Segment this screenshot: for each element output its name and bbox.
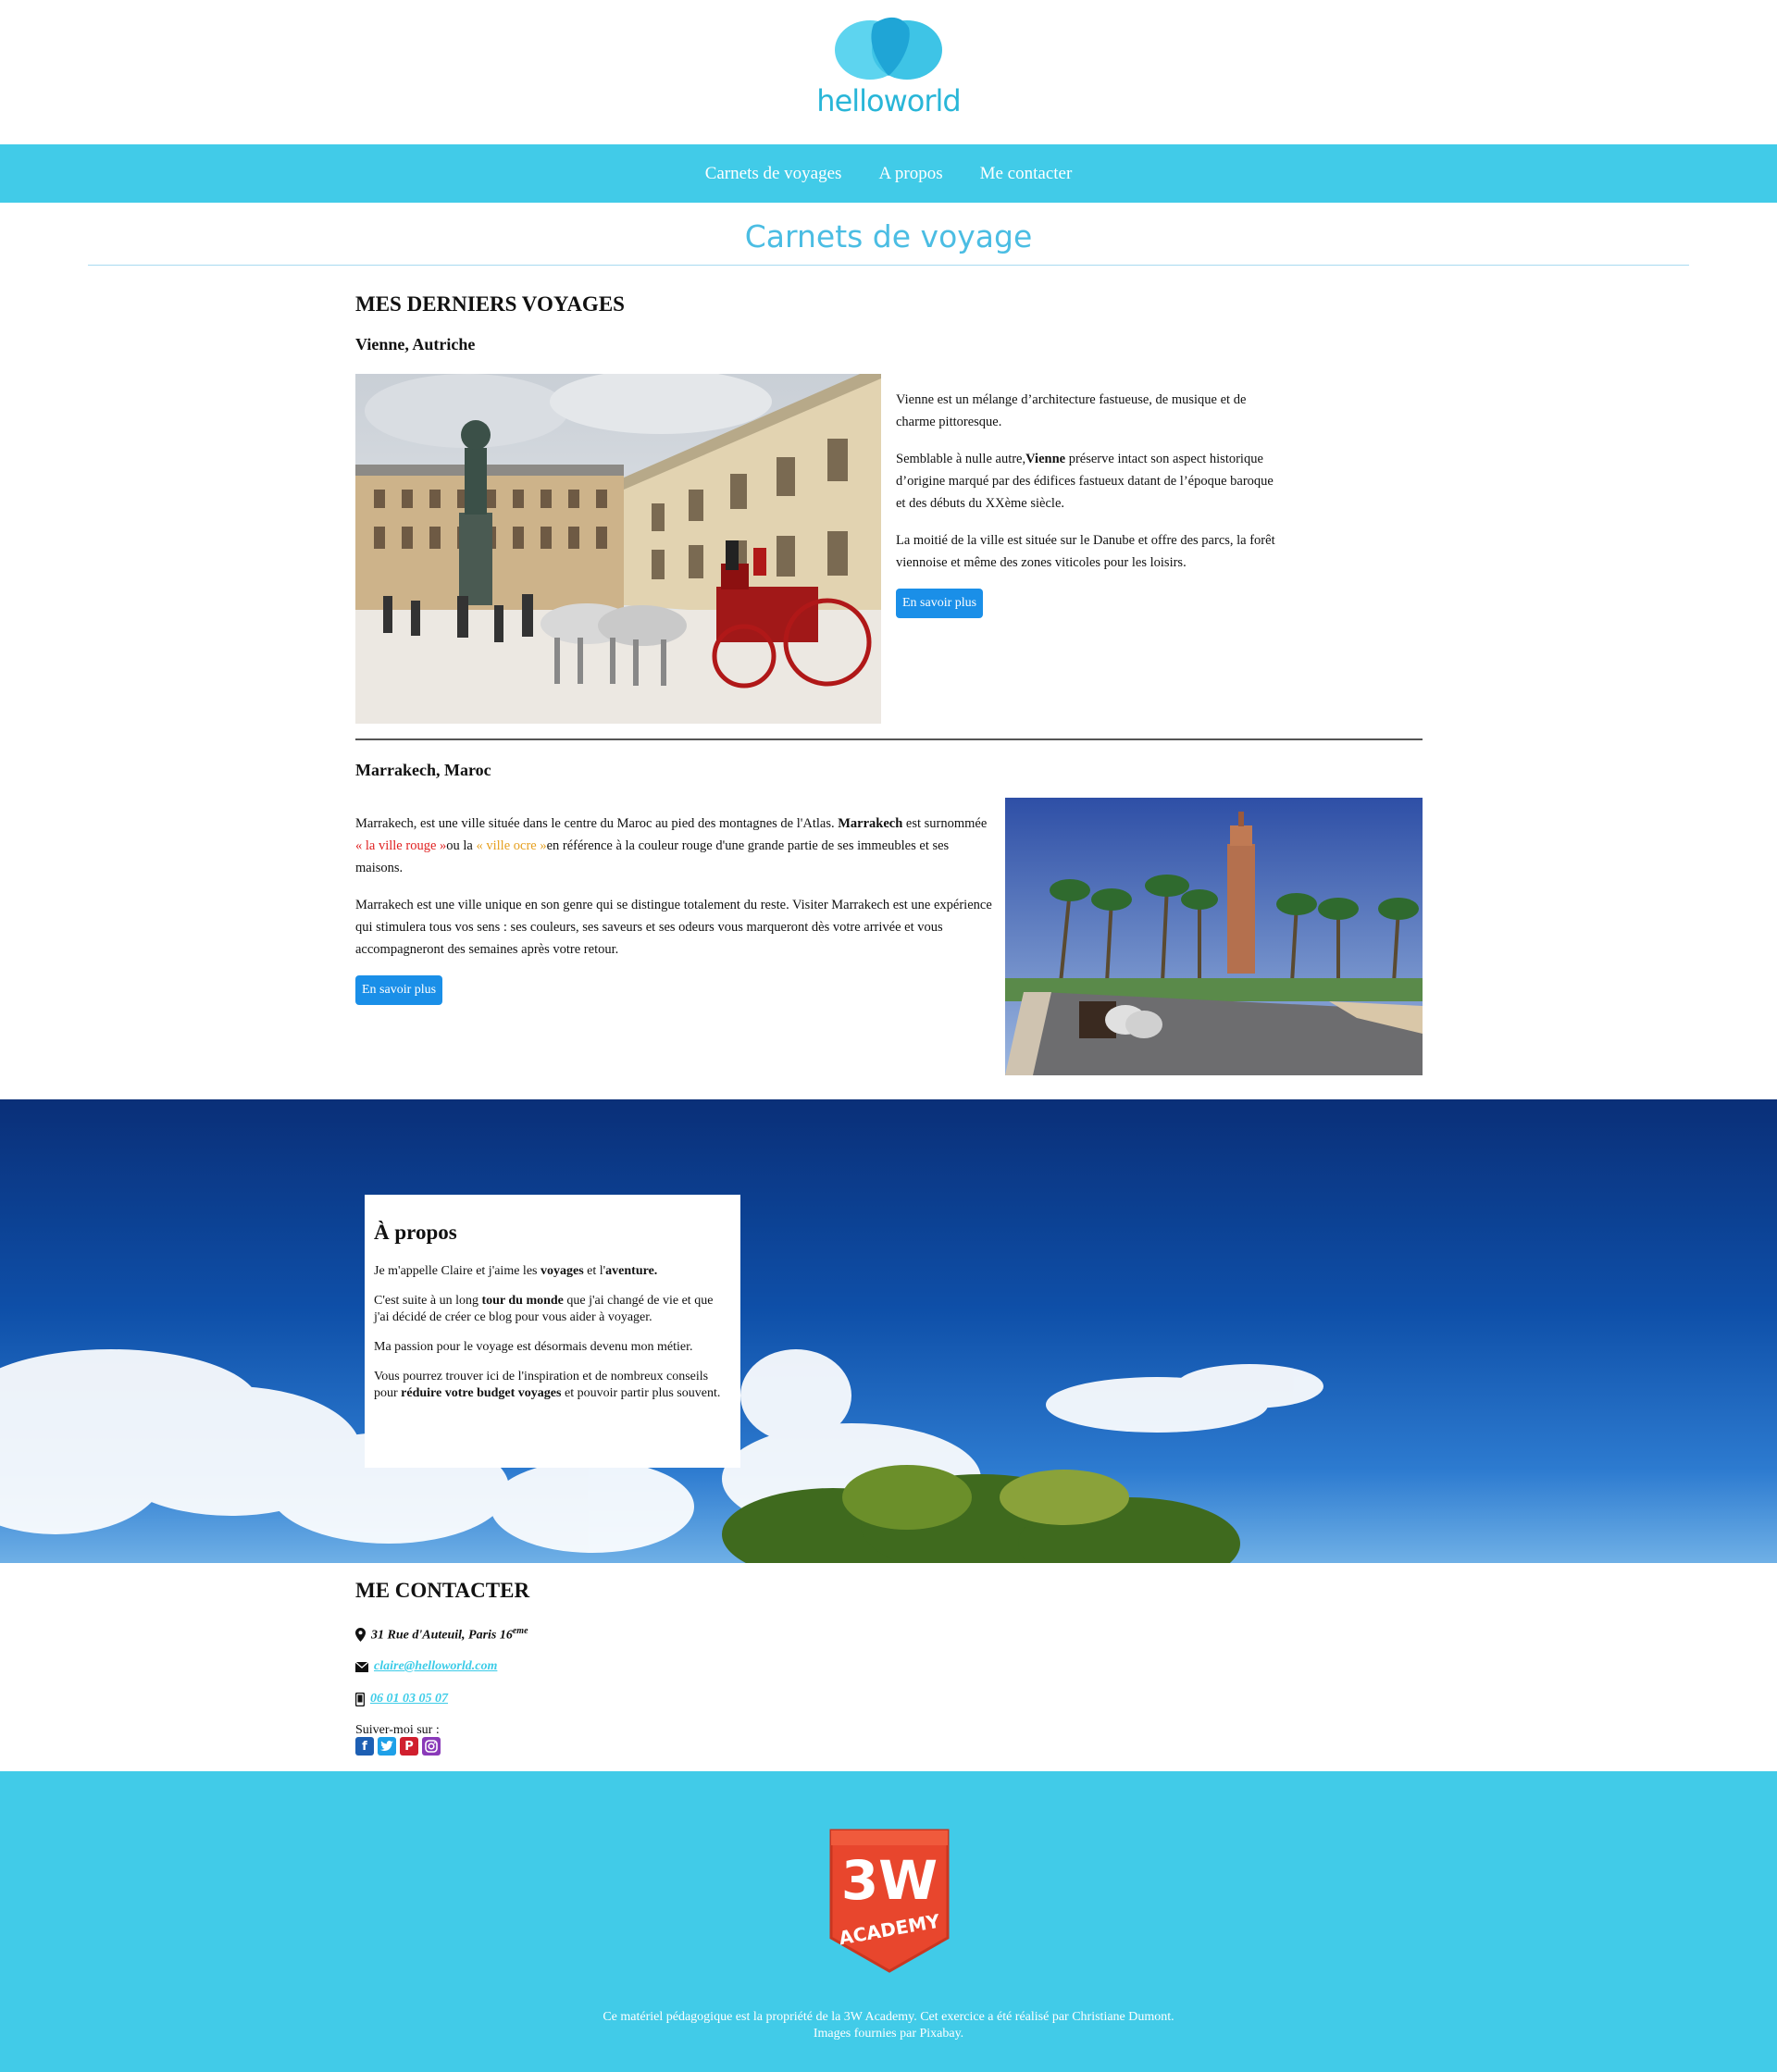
nav-a-propos[interactable]: A propos <box>878 164 942 184</box>
3w-academy-logo[interactable]: 3W ACADEMY <box>827 1827 951 1975</box>
main-nav: Carnets de voyages A propos Me contacter <box>0 144 1777 203</box>
about-paragraph-4: Vous pourrez trouver ici de l'inspiratio… <box>374 1370 721 1400</box>
footer-line-1: Ce matériel pédagogique est la propriété… <box>603 2010 1174 2024</box>
vienne-title: Vienne, Autriche <box>355 335 476 354</box>
page-title: Carnets de voyage <box>744 218 1033 254</box>
marrakech-en-savoir-plus-button[interactable]: En savoir plus <box>355 975 443 1005</box>
title-divider <box>88 265 1689 266</box>
instagram-icon[interactable] <box>422 1737 441 1756</box>
nav-me-contacter[interactable]: Me contacter <box>980 164 1073 184</box>
trip-divider <box>355 738 1423 740</box>
logo-wordmark: helloworld <box>816 83 961 118</box>
vienne-paragraph-2: Semblable à nulle autre,Vienne préserve … <box>896 452 1274 511</box>
pinterest-icon[interactable]: P <box>400 1737 418 1756</box>
twitter-icon[interactable] <box>378 1737 396 1756</box>
marrakech-paragraph-1: Marrakech, est une ville située dans le … <box>355 816 988 875</box>
marrakech-paragraph-2: Marrakech est une ville unique en son ge… <box>355 898 992 957</box>
about-card: À propos Je m'appelle Claire et j'aime l… <box>365 1195 740 1468</box>
address-text: 31 Rue d'Auteuil, Paris 16 <box>371 1628 513 1643</box>
ville-ocre-label: « ville ocre » <box>476 838 547 853</box>
envelope-icon <box>355 1661 368 1672</box>
about-paragraph-3: Ma passion pour le voyage est désormais … <box>374 1340 693 1354</box>
vienne-paragraph-3: La moitié de la ville est située sur le … <box>896 533 1275 570</box>
site-header: helloworld <box>0 0 1777 144</box>
ville-rouge-label: « la ville rouge » <box>355 838 447 853</box>
footer-credits: Ce matériel pédagogique est la propriété… <box>0 2009 1777 2042</box>
voyages-heading: MES DERNIERS VOYAGES <box>355 292 625 316</box>
social-links: f P <box>355 1737 441 1756</box>
facebook-icon[interactable]: f <box>355 1737 374 1756</box>
phone-link[interactable]: 06 01 03 05 07 <box>370 1692 448 1706</box>
about-paragraph-1: Je m'appelle Claire et j'aime les voyage… <box>374 1264 658 1278</box>
heart-cloud-icon <box>835 17 942 80</box>
footer-line-2: Images fournies par Pixabay. <box>813 2027 964 2041</box>
helloworld-logo[interactable]: helloworld <box>813 9 964 120</box>
mobile-phone-icon <box>355 1692 365 1706</box>
vienne-description: Vienne est un mélange d’architecture fas… <box>896 389 1275 618</box>
follow-label: Suiver-moi sur : <box>355 1723 440 1737</box>
map-marker-icon <box>355 1627 366 1642</box>
nav-carnets-de-voyages[interactable]: Carnets de voyages <box>705 164 842 184</box>
site-footer: 3W ACADEMY Ce matériel pédagogique est l… <box>0 1771 1777 2072</box>
about-background <box>0 1099 1777 1563</box>
email-link[interactable]: claire@helloworld.com <box>374 1659 497 1674</box>
contact-email: claire@helloworld.com <box>355 1659 497 1674</box>
marrakech-image <box>1005 798 1423 1075</box>
contact-phone: 06 01 03 05 07 <box>355 1692 448 1706</box>
about-paragraph-2: C'est suite à un long tour du monde que … <box>374 1294 714 1324</box>
about-title: À propos <box>374 1221 457 1244</box>
vienne-image <box>355 374 881 724</box>
vienne-en-savoir-plus-button[interactable]: En savoir plus <box>896 589 984 618</box>
logo-3w-text: 3W <box>841 1849 938 1912</box>
marrakech-description: Marrakech, est une ville située dans le … <box>355 813 992 1005</box>
contact-heading: ME CONTACTER <box>355 1579 530 1602</box>
vienne-paragraph-1: Vienne est un mélange d’architecture fas… <box>896 392 1247 429</box>
marrakech-title: Marrakech, Maroc <box>355 761 491 779</box>
contact-address: 31 Rue d'Auteuil, Paris 16eme <box>355 1626 528 1644</box>
